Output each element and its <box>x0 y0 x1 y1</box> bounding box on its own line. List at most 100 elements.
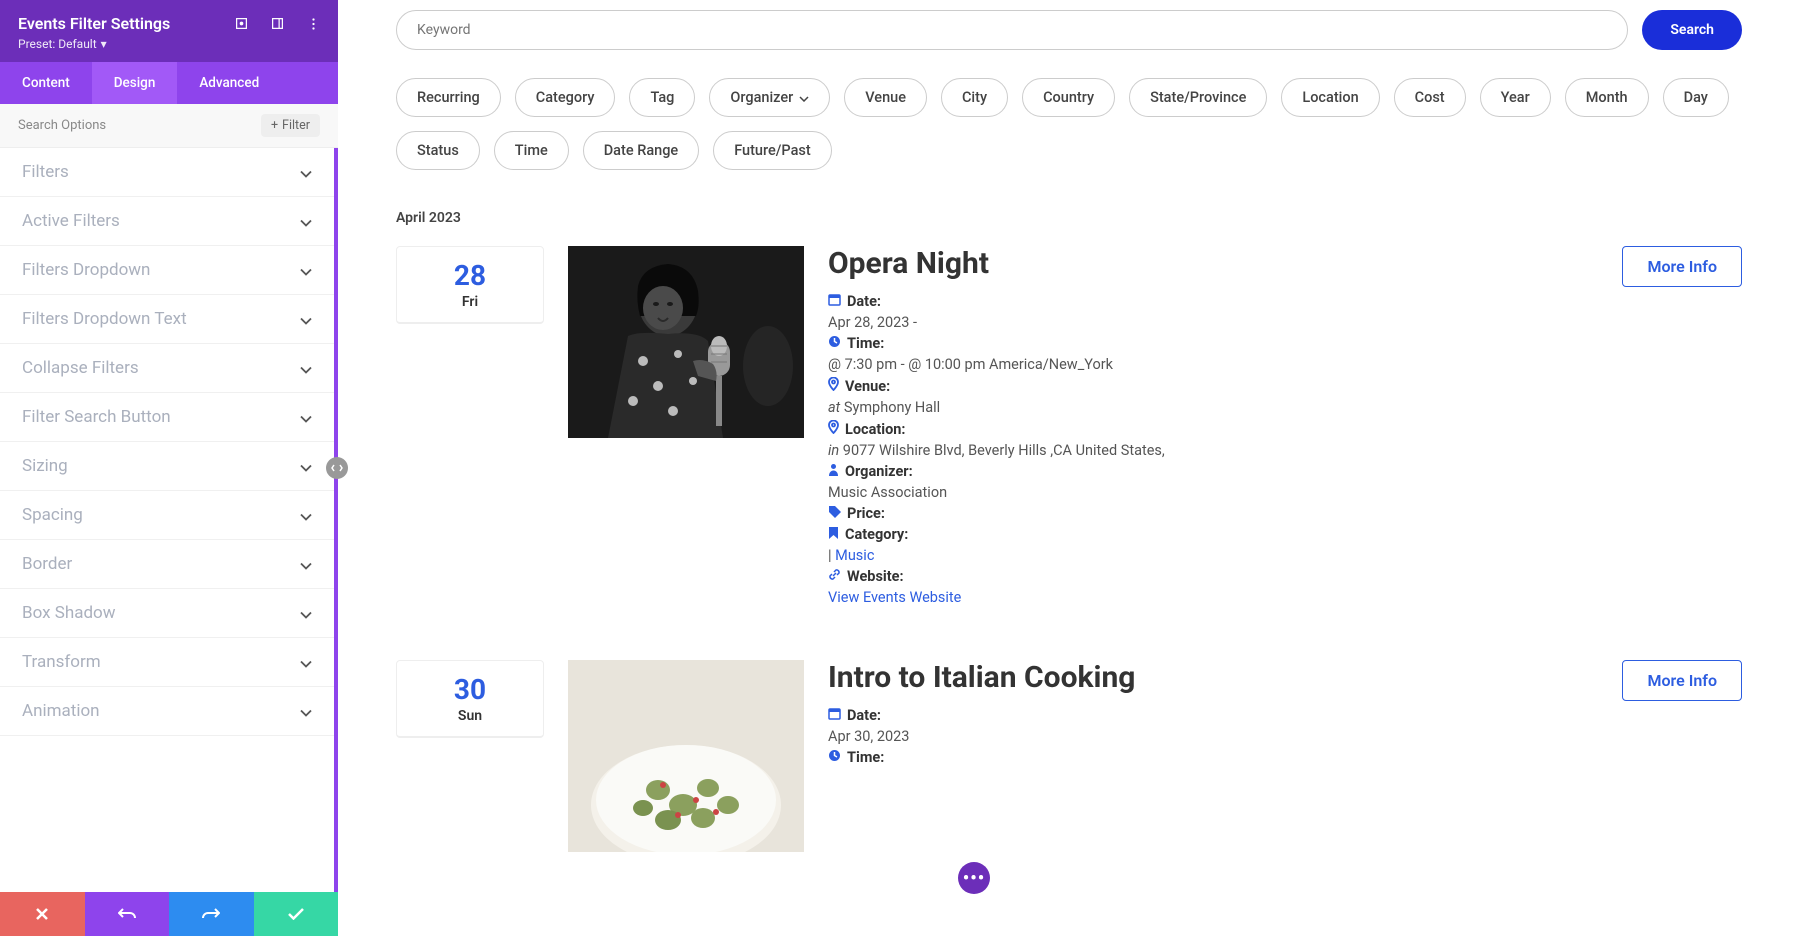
chevron-down-icon <box>300 408 312 427</box>
pill-cost[interactable]: Cost <box>1394 78 1466 117</box>
search-button[interactable]: Search <box>1642 10 1742 50</box>
pill-day[interactable]: Day <box>1663 78 1729 117</box>
redo-button[interactable] <box>169 892 254 936</box>
confirm-button[interactable] <box>254 892 339 936</box>
calendar-icon <box>828 293 841 310</box>
accordion-border[interactable]: Border <box>0 540 334 589</box>
add-filter-button[interactable]: + Filter <box>261 114 320 137</box>
pill-recurring[interactable]: Recurring <box>396 78 501 117</box>
accordion-filter-search-button[interactable]: Filter Search Button <box>0 393 334 442</box>
chevron-down-icon <box>300 261 312 280</box>
ellipsis-icon: ••• <box>963 868 985 889</box>
chevron-down-icon <box>300 310 312 329</box>
pill-city[interactable]: City <box>941 78 1008 117</box>
undo-button[interactable] <box>85 892 170 936</box>
tab-advanced[interactable]: Advanced <box>177 62 281 104</box>
chevron-down-icon <box>300 506 312 525</box>
pill-location[interactable]: Location <box>1281 78 1379 117</box>
pill-tag[interactable]: Tag <box>629 78 695 117</box>
accordion-filters-dropdown-text[interactable]: Filters Dropdown Text <box>0 295 334 344</box>
settings-tabs: Content Design Advanced <box>0 62 338 104</box>
pill-category[interactable]: Category <box>515 78 616 117</box>
event-organizer-value: Music Association <box>828 484 1742 501</box>
link-icon <box>828 568 841 585</box>
more-info-button[interactable]: More Info <box>1622 246 1742 287</box>
tab-design[interactable]: Design <box>92 62 178 104</box>
accordion-active-filters[interactable]: Active Filters <box>0 197 334 246</box>
chevron-down-icon <box>300 555 312 574</box>
person-icon <box>828 463 839 480</box>
chevron-down-icon <box>300 653 312 672</box>
website-link[interactable]: View Events Website <box>828 589 961 606</box>
category-link[interactable]: Music <box>835 547 874 564</box>
bookmark-icon <box>828 526 839 543</box>
event-date-number: 30 <box>397 673 543 706</box>
accordion-list: Filters Active Filters Filters Dropdown … <box>0 148 338 892</box>
pill-year[interactable]: Year <box>1480 78 1551 117</box>
resize-handle[interactable] <box>326 457 348 479</box>
clock-icon <box>828 335 841 352</box>
preset-selector[interactable]: Preset: Default ▾ <box>18 37 107 51</box>
event-image <box>568 660 804 852</box>
accordion-spacing[interactable]: Spacing <box>0 491 334 540</box>
pill-date-range[interactable]: Date Range <box>583 131 699 170</box>
chevron-down-icon <box>300 212 312 231</box>
event-date-value: Apr 28, 2023 - <box>828 314 1742 331</box>
pin-icon <box>828 420 839 438</box>
accordion-animation[interactable]: Animation <box>0 687 334 736</box>
event-card: 28 Fri <box>396 246 1742 610</box>
chevron-down-icon <box>799 89 809 106</box>
chevron-down-icon <box>300 604 312 623</box>
event-location-value: in 9077 Wilshire Blvd, Beverly Hills ,CA… <box>828 442 1742 459</box>
accordion-transform[interactable]: Transform <box>0 638 334 687</box>
pin-icon <box>828 377 839 395</box>
accordion-sizing[interactable]: Sizing <box>0 442 334 491</box>
keyword-search-input[interactable] <box>396 10 1628 50</box>
chevron-down-icon <box>300 359 312 378</box>
chevron-down-icon <box>300 457 312 476</box>
month-header: April 2023 <box>396 210 1742 226</box>
event-title: Opera Night <box>828 246 989 281</box>
floating-action-button[interactable]: ••• <box>958 862 990 894</box>
chevron-down-icon <box>300 702 312 721</box>
more-icon[interactable] <box>306 17 320 31</box>
pill-status[interactable]: Status <box>396 131 480 170</box>
sidebar-header: Events Filter Settings Preset: Default ▾ <box>0 0 338 62</box>
accordion-collapse-filters[interactable]: Collapse Filters <box>0 344 334 393</box>
event-date-box: 28 Fri <box>396 246 544 324</box>
event-date-box: 30 Sun <box>396 660 544 738</box>
search-options-label: Search Options <box>18 118 106 133</box>
accordion-filters[interactable]: Filters <box>0 148 334 197</box>
event-date-number: 28 <box>397 259 543 292</box>
pill-state-province[interactable]: State/Province <box>1129 78 1267 117</box>
event-time-value: @ 7:30 pm - @ 10:00 pm America/New_York <box>828 356 1742 373</box>
preview-area: Search Recurring Category Tag Organizer … <box>338 0 1800 936</box>
filter-pills-container: Recurring Category Tag Organizer Venue C… <box>396 78 1742 170</box>
pill-venue[interactable]: Venue <box>844 78 927 117</box>
pill-month[interactable]: Month <box>1565 78 1649 117</box>
expand-icon[interactable] <box>234 17 248 31</box>
pill-country[interactable]: Country <box>1022 78 1115 117</box>
pill-future-past[interactable]: Future/Past <box>713 131 832 170</box>
event-category-value: | Music <box>828 547 1742 564</box>
dock-icon[interactable] <box>270 17 284 31</box>
event-date-day: Fri <box>397 294 543 310</box>
accordion-box-shadow[interactable]: Box Shadow <box>0 589 334 638</box>
cancel-button[interactable] <box>0 892 85 936</box>
event-image <box>568 246 804 438</box>
event-venue-value: at Symphony Hall <box>828 399 1742 416</box>
calendar-icon <box>828 707 841 724</box>
tab-content[interactable]: Content <box>0 62 92 104</box>
tag-icon <box>828 505 841 522</box>
more-info-button[interactable]: More Info <box>1622 660 1742 701</box>
accordion-filters-dropdown[interactable]: Filters Dropdown <box>0 246 334 295</box>
clock-icon <box>828 749 841 766</box>
pill-time[interactable]: Time <box>494 131 569 170</box>
panel-title: Events Filter Settings <box>18 14 170 33</box>
event-date-value: Apr 30, 2023 <box>828 728 1742 745</box>
bottom-actions <box>0 892 338 936</box>
chevron-down-icon <box>300 163 312 182</box>
event-title: Intro to Italian Cooking <box>828 660 1135 695</box>
event-card: 30 Sun Intro to Ita <box>396 660 1742 852</box>
pill-organizer[interactable]: Organizer <box>709 78 830 117</box>
